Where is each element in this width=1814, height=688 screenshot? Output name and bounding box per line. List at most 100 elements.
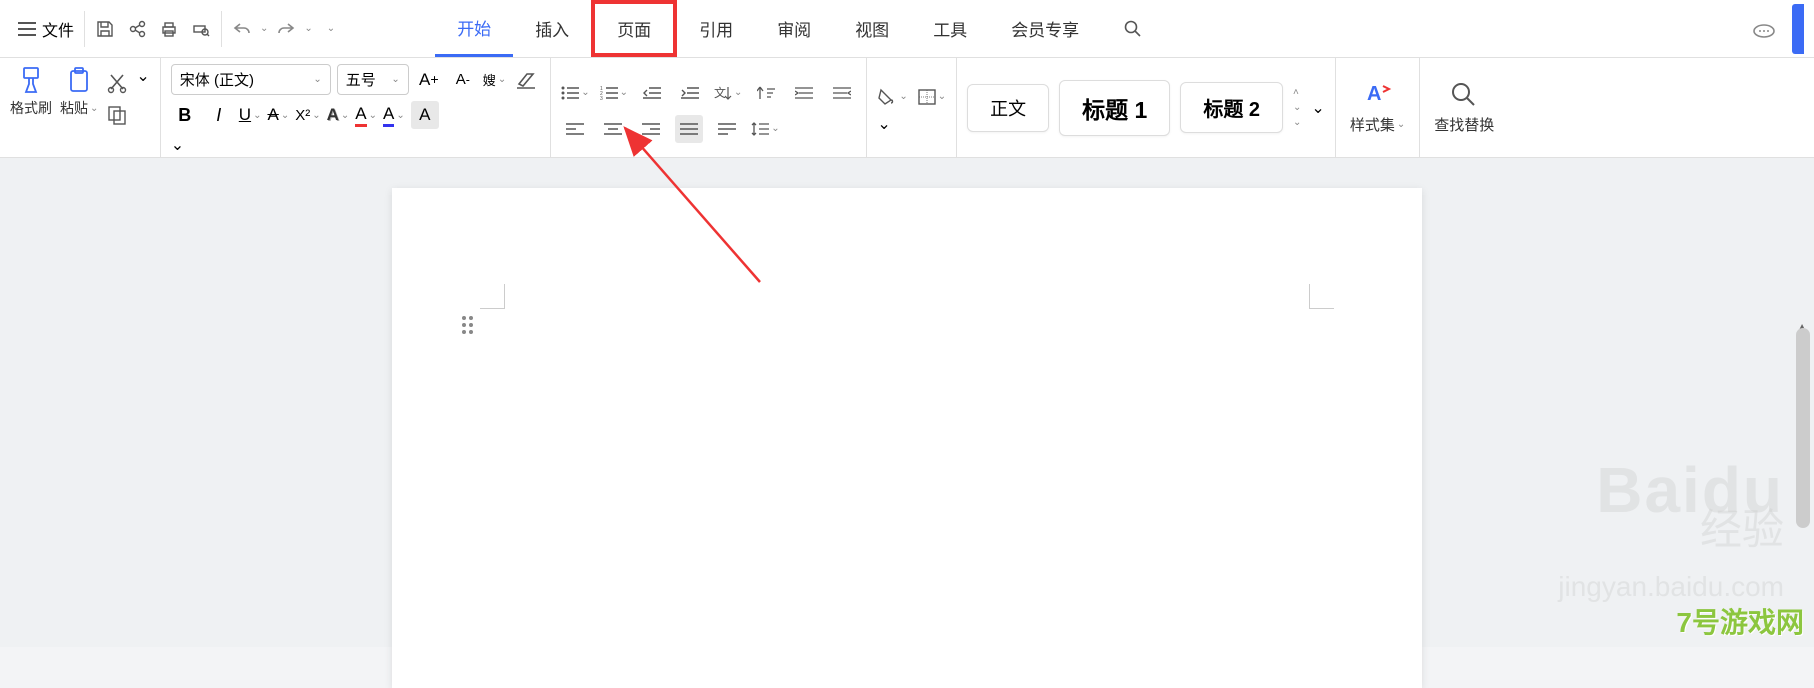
tab-insert[interactable]: 插入 [513,0,591,57]
clear-format-icon[interactable] [512,66,540,94]
text-effect-button[interactable]: A⌄ [327,105,350,125]
style-normal[interactable]: 正文 [967,84,1049,132]
tab-tools[interactable]: 工具 [911,0,989,57]
print-preview-icon[interactable] [191,19,211,39]
tab-vip[interactable]: 会员专享 [989,0,1101,57]
style-down-icon[interactable]: ⌄ [1293,102,1301,113]
save-icon[interactable] [95,19,115,39]
vertical-scrollbar[interactable] [1796,328,1810,528]
copy-icon[interactable] [106,104,128,126]
border-button[interactable]: ⌄ [918,89,946,105]
file-label: 文件 [42,17,74,41]
style-nav: ˄ ⌄ ⌄ [1293,87,1301,128]
style-up-icon[interactable]: ˄ [1293,87,1301,98]
svg-text:文: 文 [714,85,726,100]
line-spacing-button[interactable]: ⌄ [751,121,779,137]
indent-markers-icon[interactable] [790,79,818,107]
font-size-combo[interactable]: 五号⌄ [337,64,409,95]
superscript-button[interactable]: X²⌄ [295,107,320,124]
align-justify-icon[interactable] [675,115,703,143]
format-brush-icon [16,66,46,94]
shrink-font-icon[interactable]: A- [449,66,477,94]
tab-review[interactable]: 审阅 [755,0,833,57]
cut-icon[interactable] [106,72,128,94]
text-direction-button[interactable]: 文⌄ [714,85,742,101]
change-case-button[interactable]: 嫂⌄ [483,70,506,89]
para-expand-icon[interactable]: ⌄ [877,114,946,134]
bold-icon[interactable]: B [171,101,199,129]
cloud-icon[interactable] [1750,15,1778,43]
paragraph-group-2: ⌄ ⌄ ⌄ [867,58,957,157]
font-color-button[interactable]: A⌄ [383,104,405,127]
tab-reference[interactable]: 引用 [677,0,755,57]
menu-tabs: 开始 插入 页面 引用 审阅 视图 工具 会员专享 [435,0,1165,57]
watermark-jingyan: 经验 [1700,496,1784,557]
document-area: ▲ [0,158,1814,647]
paste-icon [64,66,94,94]
svg-text:A: A [1367,83,1381,105]
decrease-indent-icon[interactable] [638,79,666,107]
drag-handle-icon[interactable] [462,316,473,334]
search-tab[interactable] [1101,0,1165,57]
paste-button[interactable]: 粘贴⌄ [60,66,98,118]
undo-dropdown[interactable]: ⌄ [260,23,268,34]
font-group: 宋体 (正文)⌄ 五号⌄ A+ A- 嫂⌄ B I U⌄ A⌄ X²⌄ A⌄ A… [161,58,551,157]
format-brush-label: 格式刷 [10,98,52,118]
margin-corner-tr [1309,284,1334,309]
align-left-icon[interactable] [561,115,589,143]
undo-icon[interactable] [232,20,252,38]
print-icon[interactable] [159,19,179,39]
numbering-button[interactable]: 123⌄ [600,86,628,100]
style-heading-1[interactable]: 标题 1 [1059,80,1170,136]
share-icon[interactable] [127,19,147,39]
bullets-button[interactable]: ⌄ [561,86,589,100]
increase-indent-icon[interactable] [676,79,704,107]
tab-start[interactable]: 开始 [435,0,513,57]
tab-view[interactable]: 视图 [833,0,911,57]
ribbon: 格式刷 粘贴⌄ ⌄ 宋体 (正文)⌄ 五号⌄ A+ A- 嫂⌄ B I U⌄ A… [0,58,1814,158]
underline-button[interactable]: U⌄ [239,105,262,125]
svg-text:3: 3 [600,96,603,100]
paste-label: 粘贴 [60,98,88,118]
styleset-icon: A [1363,80,1393,108]
tab-page[interactable]: 页面 [591,0,677,57]
hamburger-icon [18,22,36,36]
search-icon [1123,19,1143,39]
clipboard-group: 格式刷 粘贴⌄ ⌄ [0,58,161,157]
file-menu[interactable]: 文件 [8,11,85,47]
find-replace-group[interactable]: 查找替换 [1420,58,1508,157]
outdent-markers-icon[interactable] [828,79,856,107]
distribute-icon[interactable] [713,115,741,143]
align-right-icon[interactable] [637,115,665,143]
sort-icon[interactable] [752,79,780,107]
highlight-button[interactable]: A⌄ [355,104,377,127]
redo-dropdown[interactable]: ⌄ [304,23,312,34]
quick-access-toolbar [85,11,222,47]
italic-icon[interactable]: I [205,101,233,129]
font-expand-icon[interactable]: ⌄ [171,135,540,155]
styles-expand-icon[interactable]: ⌄ [1311,98,1324,118]
style-expand-icon[interactable]: ⌄ [1293,117,1301,128]
font-name-combo[interactable]: 宋体 (正文)⌄ [171,64,331,95]
grow-font-icon[interactable]: A+ [415,66,443,94]
format-brush-button[interactable]: 格式刷 [10,66,52,118]
margin-corner-tl [480,284,505,309]
undo-redo-group: ⌄ ⌄ ⌄ [222,20,345,38]
style-heading-2[interactable]: 标题 2 [1180,82,1283,133]
find-replace-icon [1449,80,1479,108]
qat-dropdown[interactable]: ⌄ [327,23,335,34]
styleset-group[interactable]: A 样式集⌄ [1336,58,1420,157]
side-panel-indicator[interactable] [1792,4,1804,54]
paragraph-group: ⌄ 123⌄ 文⌄ ⌄ [551,58,867,157]
document-page[interactable] [392,188,1422,688]
align-center-icon[interactable] [599,115,627,143]
redo-icon[interactable] [276,20,296,38]
styles-group: 正文 标题 1 标题 2 ˄ ⌄ ⌄ ⌄ [957,58,1336,157]
watermark-url: jingyan.baidu.com [1558,571,1784,603]
watermark-site7: 7号游戏网 [1676,601,1804,641]
fill-button[interactable]: ⌄ [877,88,907,106]
styleset-label: 样式集 [1350,114,1395,135]
shading-icon[interactable]: A [411,101,439,129]
clipboard-expand-icon[interactable]: ⌄ [136,66,149,86]
strikethrough-button[interactable]: A⌄ [267,105,289,125]
